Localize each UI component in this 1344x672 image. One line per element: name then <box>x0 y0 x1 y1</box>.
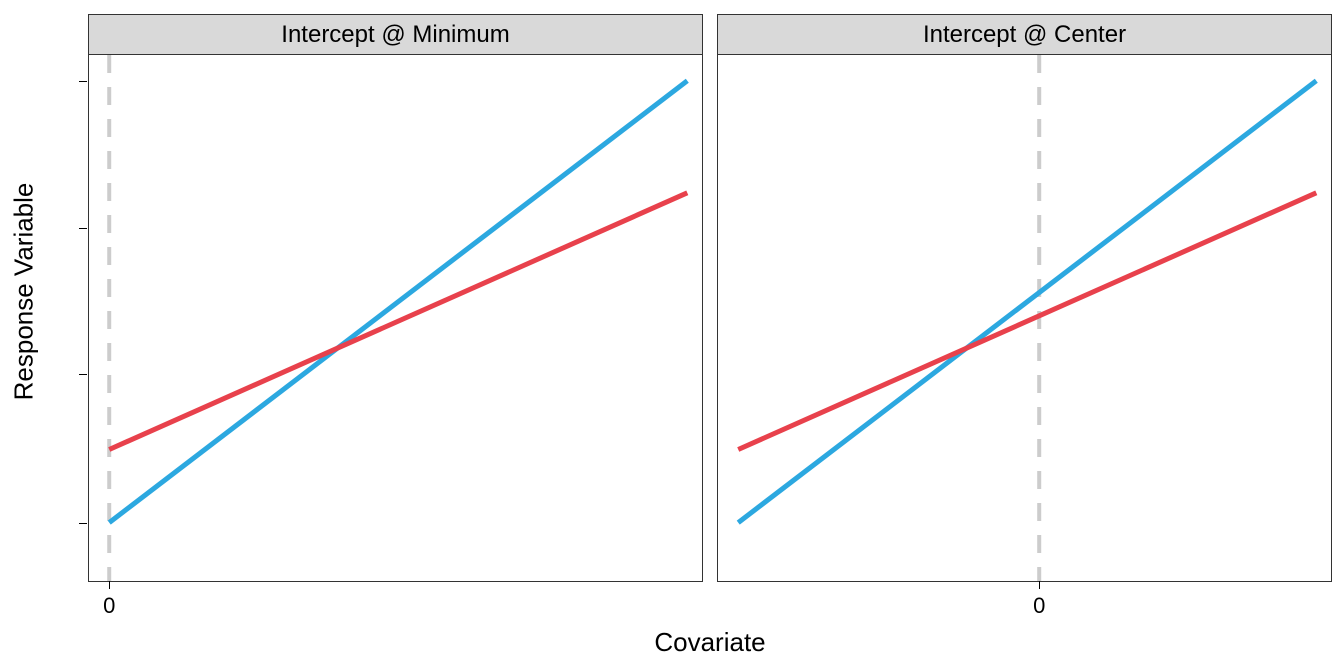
figure: Response Variable Intercept @ Minimum 0 … <box>0 0 1344 672</box>
x-axis-label: Covariate <box>88 627 1332 658</box>
y-tick <box>79 81 87 82</box>
y-ticks-right <box>708 55 718 581</box>
y-axis-label-text: Response Variable <box>9 182 40 400</box>
x-tick-label: 0 <box>103 593 115 619</box>
plot-svg-left <box>89 55 702 581</box>
y-tick <box>79 228 87 229</box>
strip-title-right: Intercept @ Center <box>717 14 1332 54</box>
y-tick <box>79 374 87 375</box>
plot-area-left: 0 <box>88 54 703 582</box>
y-axis-label: Response Variable <box>8 0 40 582</box>
x-ticks-left: 0 <box>89 581 702 591</box>
y-ticks-left <box>79 55 89 581</box>
facet-row: Intercept @ Minimum 0 Intercept @ Center… <box>88 14 1332 582</box>
plot-svg-right <box>718 55 1331 581</box>
x-ticks-right: 0 <box>718 581 1331 591</box>
x-tick <box>109 581 110 589</box>
x-tick <box>1039 581 1040 589</box>
y-tick <box>79 523 87 524</box>
plot-area-right: 0 <box>717 54 1332 582</box>
panel-left: Intercept @ Minimum 0 <box>88 14 703 582</box>
strip-title-left: Intercept @ Minimum <box>88 14 703 54</box>
x-tick-label: 0 <box>1033 593 1045 619</box>
panel-right: Intercept @ Center 0 <box>717 14 1332 582</box>
